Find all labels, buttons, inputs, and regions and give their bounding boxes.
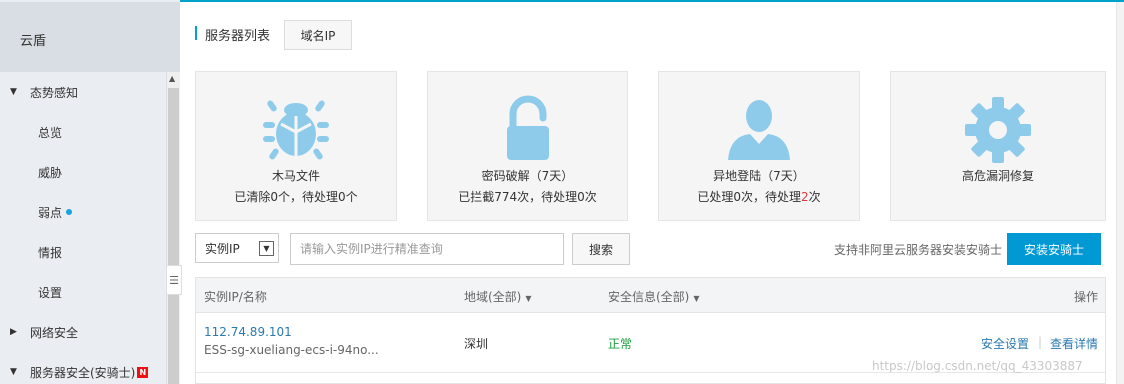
card-title: 高危漏洞修复 bbox=[961, 169, 1034, 183]
new-badge: N bbox=[137, 366, 149, 378]
security-status: 正常 bbox=[608, 337, 633, 351]
sidebar-item-threats[interactable]: 威胁 bbox=[0, 152, 166, 192]
sidebar-item-label: 态势感知 bbox=[30, 85, 79, 100]
action-separator: | bbox=[1038, 335, 1043, 349]
sidebar-item-label: 设置 bbox=[38, 285, 63, 300]
install-hint: 支持非阿里云服务器安装安骑士 bbox=[834, 243, 1003, 257]
card-title: 木马文件 bbox=[271, 169, 320, 183]
instance-ip-link[interactable]: 112.74.89.101 bbox=[204, 325, 292, 339]
column-header-security[interactable]: 安全信息(全部) ▼ bbox=[608, 288, 700, 305]
table-header: 实例IP/名称 地域(全部) ▼ 安全信息(全部) ▼ 操作 bbox=[196, 278, 1105, 313]
caret-right-icon: ▶ bbox=[10, 327, 17, 337]
scrollbar-thumb[interactable] bbox=[168, 88, 179, 384]
card-trojan-files[interactable]: 木马文件 已清除0个，待处理0个 bbox=[195, 71, 397, 221]
card-stat-prefix: 已处理0次，待处理 bbox=[697, 190, 801, 204]
instance-name: ESS-sg-xueliang-ecs-i-94no... bbox=[204, 343, 379, 357]
column-header-actions: 操作 bbox=[1074, 290, 1099, 304]
dropdown-arrow-icon[interactable]: ▼ bbox=[259, 241, 274, 256]
sidebar-item-label: 服务器安全(安骑士) bbox=[30, 365, 136, 380]
sidebar-item-settings[interactable]: 设置 bbox=[0, 272, 166, 312]
pending-count: 2 bbox=[800, 190, 809, 204]
sidebar-item-label: 情报 bbox=[38, 245, 63, 260]
sidebar-header: 云盾 bbox=[0, 2, 180, 72]
card-remote-login[interactable]: 异地登陆（7天） 已处理0次，待处理2次 bbox=[658, 71, 860, 221]
sidebar-item-overview[interactable]: 总览 bbox=[0, 112, 166, 152]
sidebar-item-server-security[interactable]: ▼ 服务器安全(安骑士) N bbox=[0, 352, 166, 384]
column-header-label: 安全信息(全部) bbox=[608, 290, 690, 304]
sidebar-item-network-security[interactable]: ▶ 网络安全 bbox=[0, 312, 166, 352]
card-stat: 已处理0次，待处理2次 bbox=[659, 188, 859, 205]
sidebar-collapse-icon[interactable]: ☰ bbox=[166, 265, 182, 295]
search-input[interactable] bbox=[290, 233, 564, 265]
right-scrollbar[interactable] bbox=[1116, 2, 1124, 384]
card-stat: 已拦截774次，待处理0次 bbox=[458, 190, 597, 204]
card-high-risk-vulnerabilities[interactable]: 高危漏洞修复 bbox=[890, 71, 1106, 221]
page-title: 服务器列表 bbox=[205, 29, 271, 44]
column-header-region[interactable]: 地域(全部) ▼ bbox=[464, 288, 532, 305]
gear-icon bbox=[965, 97, 1031, 163]
sidebar-item-vulnerabilities[interactable]: 弱点 bbox=[0, 192, 166, 232]
watermark: https://blog.csdn.net/qq_43303887 bbox=[872, 359, 1083, 373]
tab-domain-ip[interactable]: 域名IP bbox=[284, 20, 352, 50]
sidebar-item-label: 网络安全 bbox=[30, 325, 79, 340]
bug-icon bbox=[263, 100, 329, 160]
card-title: 密码破解（7天） bbox=[481, 169, 574, 183]
card-stat-suffix: 次 bbox=[808, 190, 821, 204]
notification-dot bbox=[66, 209, 73, 215]
caret-down-icon: ▼ bbox=[10, 87, 17, 97]
sidebar-item-label: 总览 bbox=[38, 125, 63, 140]
select-value: 实例IP bbox=[205, 241, 240, 256]
sidebar-item-label: 弱点 bbox=[38, 205, 63, 220]
lock-icon bbox=[506, 95, 549, 160]
search-button[interactable]: 搜索 bbox=[572, 233, 630, 265]
sidebar-nav: ▼ 态势感知 总览 威胁 弱点 情报 设置 ▶ 网络安全 ▼ 服务器安全(安骑士… bbox=[0, 72, 166, 384]
instance-region: 深圳 bbox=[464, 337, 489, 351]
card-stat: 已清除0个，待处理0个 bbox=[234, 190, 358, 204]
instance-type-select[interactable]: 实例IP ▼ bbox=[195, 233, 279, 263]
sidebar: 云盾 ▼ 态势感知 总览 威胁 弱点 情报 设置 ▶ 网络安全 ▼ 服务器安全(… bbox=[0, 0, 180, 384]
chevron-down-icon: ▼ bbox=[525, 294, 532, 303]
sidebar-item-situation-awareness[interactable]: ▼ 态势感知 bbox=[0, 72, 166, 112]
install-agent-button[interactable]: 安装安骑士 bbox=[1007, 233, 1101, 265]
chevron-down-icon: ▼ bbox=[693, 294, 700, 303]
view-details-link[interactable]: 查看详情 bbox=[1050, 335, 1098, 352]
column-header-instance: 实例IP/名称 bbox=[204, 290, 267, 304]
sidebar-item-label: 威胁 bbox=[38, 165, 63, 180]
caret-down-icon: ▼ bbox=[10, 367, 17, 377]
sidebar-title: 云盾 bbox=[20, 34, 47, 49]
column-header-label: 地域(全部) bbox=[464, 290, 522, 304]
sidebar-scrollbar[interactable]: ▲ bbox=[166, 72, 180, 384]
card-password-cracking[interactable]: 密码破解（7天） 已拦截774次，待处理0次 bbox=[427, 71, 628, 221]
scroll-up-icon[interactable]: ▲ bbox=[169, 74, 175, 83]
user-icon bbox=[728, 100, 790, 160]
sidebar-item-intelligence[interactable]: 情报 bbox=[0, 232, 166, 272]
title-accent-bar bbox=[195, 26, 197, 40]
card-title: 异地登陆（7天） bbox=[713, 169, 805, 183]
security-settings-link[interactable]: 安全设置 bbox=[981, 335, 1029, 352]
